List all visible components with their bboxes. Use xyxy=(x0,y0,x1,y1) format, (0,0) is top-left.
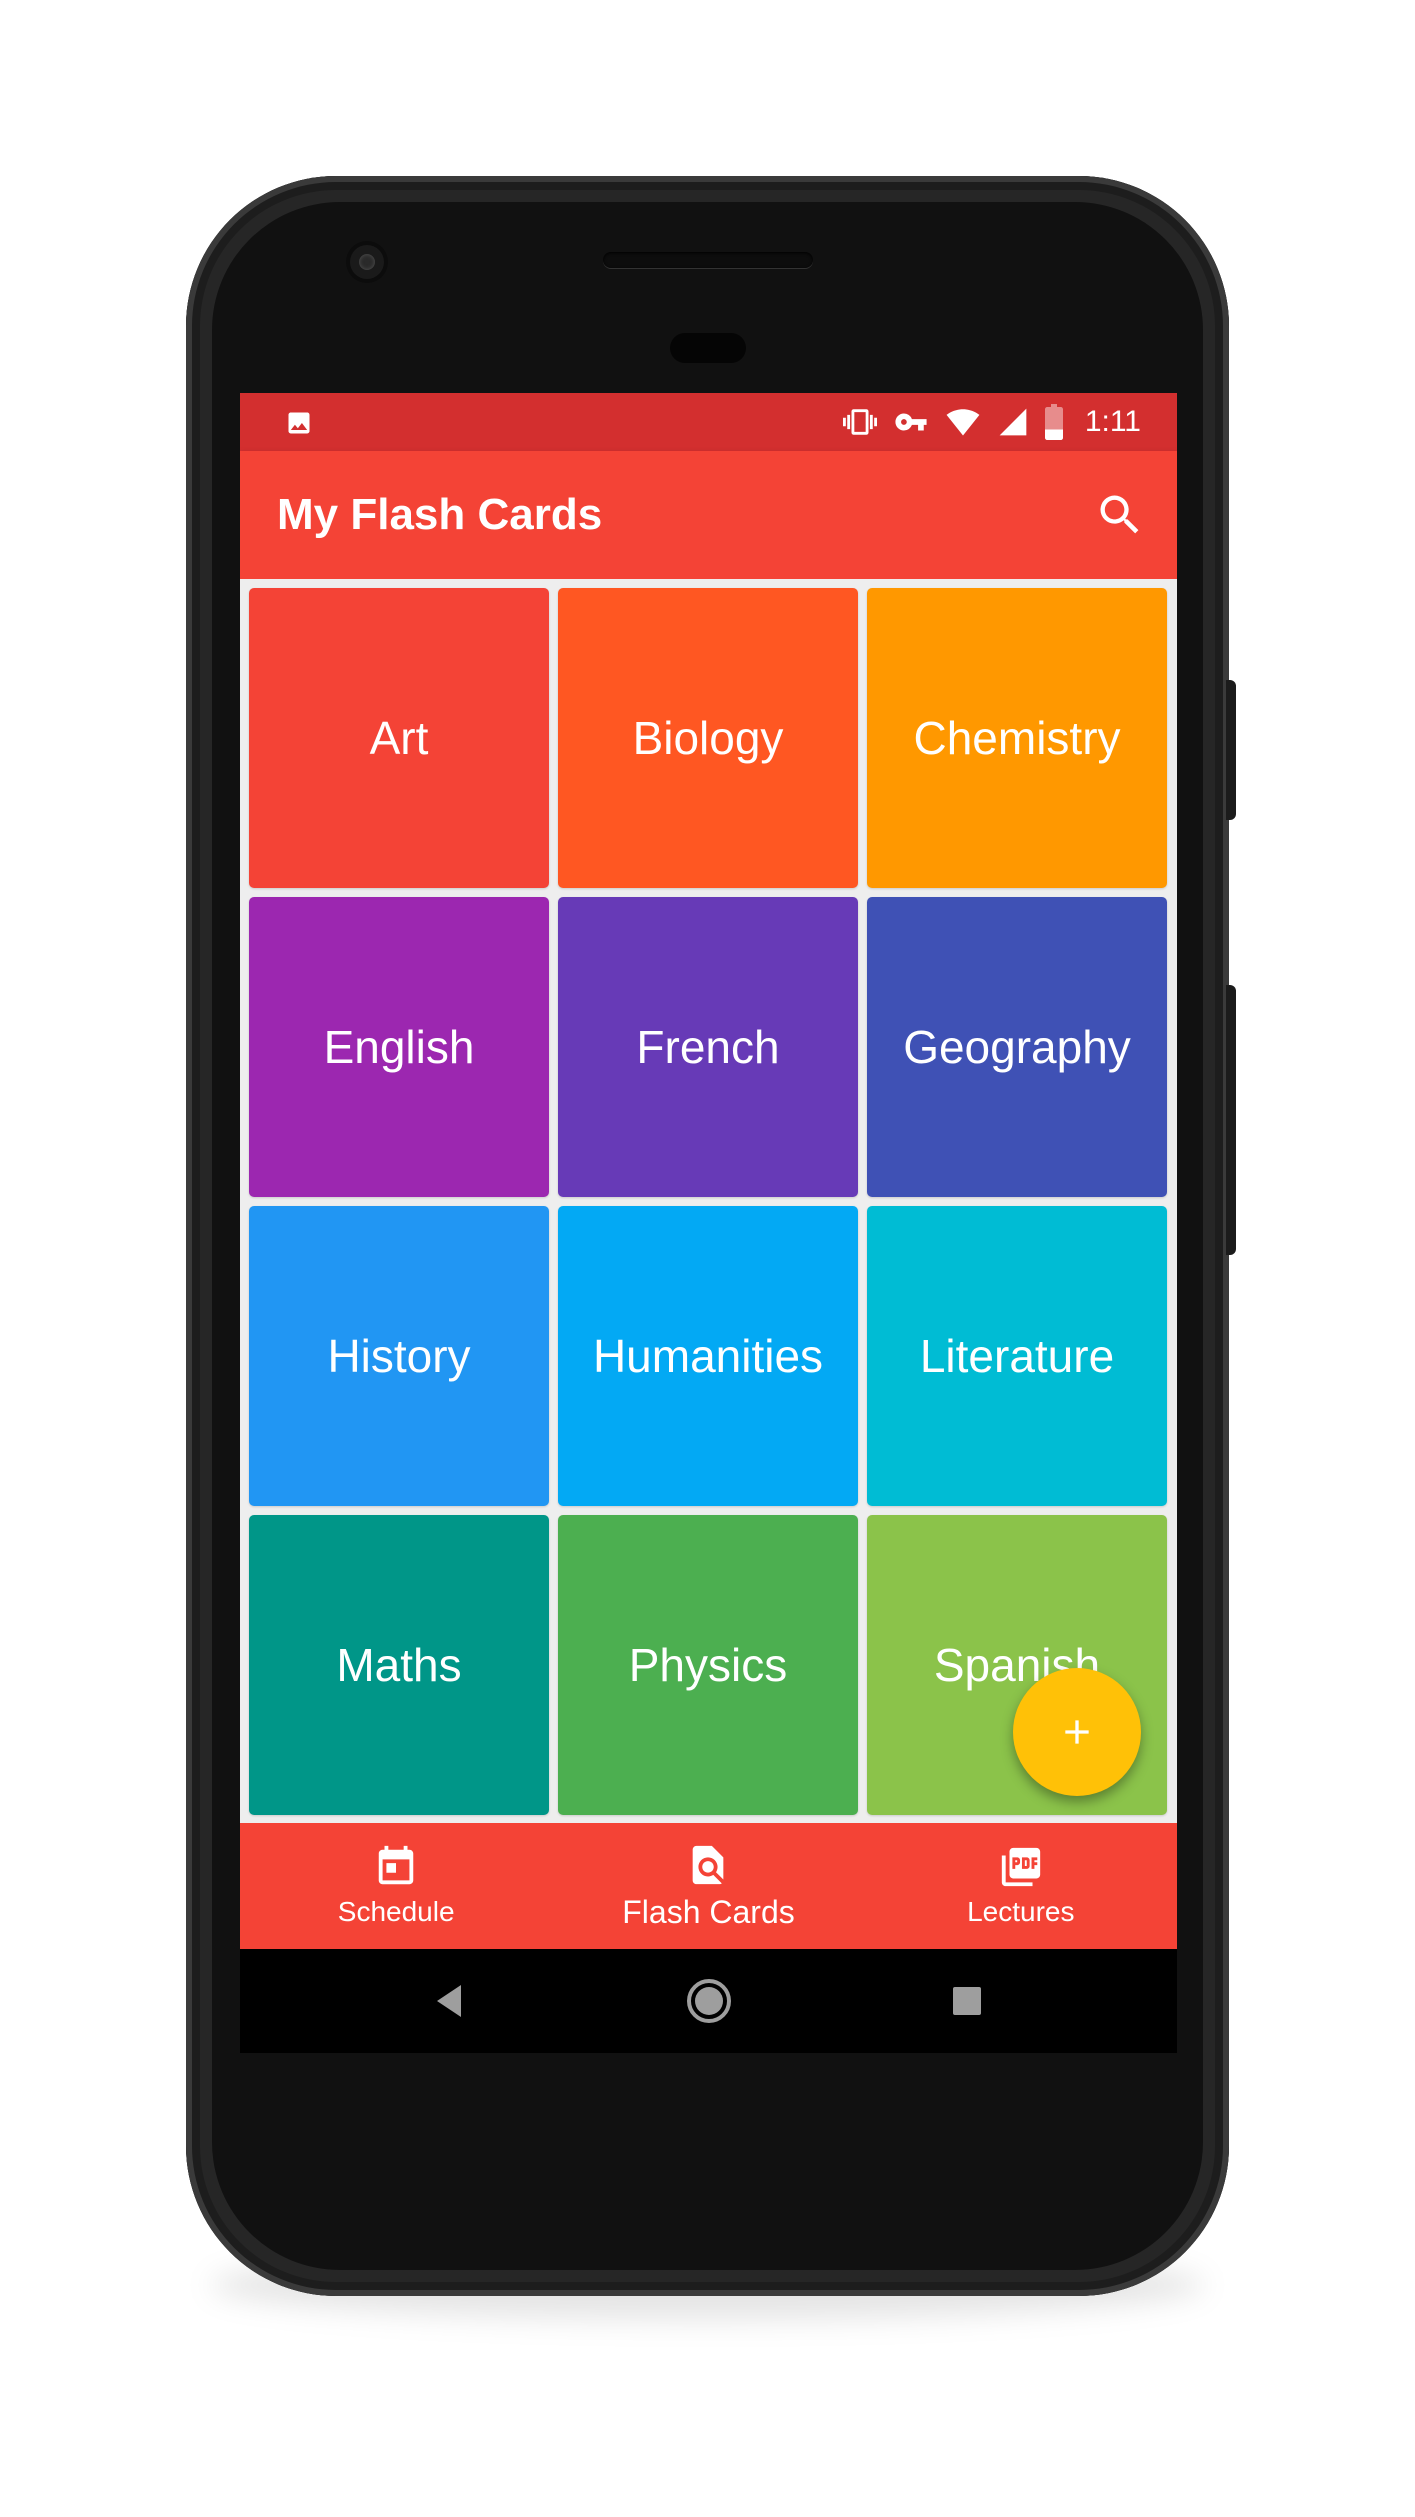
nav-item-lectures[interactable]: Lectures xyxy=(865,1823,1177,1949)
battery-icon xyxy=(1044,404,1063,440)
subject-grid: Art Biology Chemistry English French Geo… xyxy=(240,579,1177,1823)
subject-card-english[interactable]: English xyxy=(249,897,549,1197)
subject-card-maths[interactable]: Maths xyxy=(249,1515,549,1815)
subject-label: Biology xyxy=(632,712,784,764)
status-icons: 1:11 xyxy=(841,393,1141,451)
subject-card-literature[interactable]: Literature xyxy=(867,1206,1167,1506)
volume-button xyxy=(1226,985,1236,1255)
subject-label: Literature xyxy=(919,1330,1115,1382)
status-bar: 1:11 xyxy=(240,393,1177,451)
vibrate-icon xyxy=(842,409,877,435)
subject-label: Chemistry xyxy=(913,712,1121,764)
subject-label: Art xyxy=(369,712,429,764)
system-navigation-bar xyxy=(240,1949,1177,2053)
calendar-icon xyxy=(378,1845,414,1885)
nav-item-schedule[interactable]: Schedule xyxy=(240,1823,552,1949)
status-time: 1:11 xyxy=(1084,405,1141,438)
search-icon[interactable] xyxy=(1094,489,1146,541)
subject-label: Physics xyxy=(628,1639,788,1691)
subject-label: Geography xyxy=(903,1021,1131,1073)
front-camera xyxy=(350,245,384,279)
subject-label: History xyxy=(327,1330,471,1382)
image-icon xyxy=(288,412,310,434)
search-document-icon xyxy=(693,1845,724,1884)
earpiece-speaker xyxy=(603,252,813,268)
back-icon[interactable] xyxy=(427,1977,475,2025)
subject-label: Humanities xyxy=(592,1330,824,1382)
app-bar: My Flash Cards xyxy=(240,451,1177,579)
page-title: My Flash Cards xyxy=(277,490,603,539)
subject-card-history[interactable]: History xyxy=(249,1206,549,1506)
subject-card-art[interactable]: Art xyxy=(249,588,549,888)
pdf-icon xyxy=(1001,1847,1040,1887)
subject-card-chemistry[interactable]: Chemistry xyxy=(867,588,1167,888)
home-icon[interactable] xyxy=(685,1977,733,2025)
proximity-sensor xyxy=(670,333,746,363)
nav-label-schedule: Schedule xyxy=(337,1896,455,1927)
subject-card-french[interactable]: French xyxy=(558,897,858,1197)
subject-card-humanities[interactable]: Humanities xyxy=(558,1206,858,1506)
wifi-icon xyxy=(946,409,980,436)
subject-label: French xyxy=(636,1021,780,1073)
nav-item-flash-cards[interactable]: Flash Cards xyxy=(552,1823,864,1949)
signal-icon xyxy=(999,408,1027,436)
bottom-navigation: Schedule Flash Cards Lectures xyxy=(240,1823,1177,1949)
subject-label: Maths xyxy=(336,1639,462,1691)
subject-card-geography[interactable]: Geography xyxy=(867,897,1167,1197)
subject-card-biology[interactable]: Biology xyxy=(558,588,858,888)
nav-label-flash-cards: Flash Cards xyxy=(622,1893,795,1930)
add-card-button[interactable] xyxy=(1013,1668,1141,1796)
subject-card-physics[interactable]: Physics xyxy=(558,1515,858,1815)
nav-label-lectures: Lectures xyxy=(967,1896,1075,1927)
vpn-key-icon xyxy=(895,413,927,431)
recents-icon[interactable] xyxy=(943,1977,991,2025)
plus-icon xyxy=(1065,1720,1089,1744)
subject-label: English xyxy=(323,1021,475,1073)
power-button xyxy=(1226,680,1236,820)
device-screen: 1:11 My Flash Cards Art Biology Chemistr… xyxy=(240,393,1177,2053)
